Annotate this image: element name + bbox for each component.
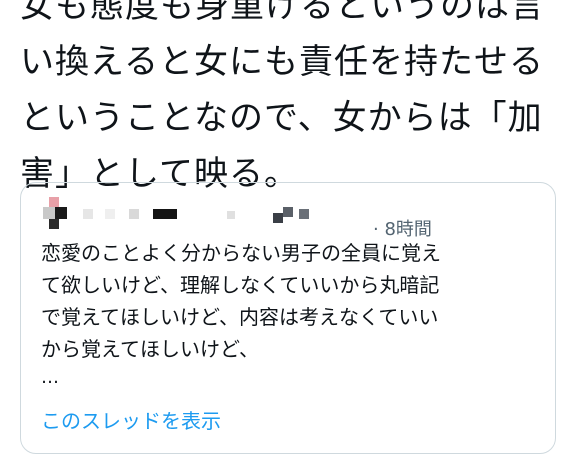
quoted-tweet-line: から覚えてほしいけど、 — [41, 337, 259, 361]
quoted-tweet-card[interactable]: · 8時間 恋愛のことよく分からない男子の全員に覚え て欲しいけど、理解しなくて… — [20, 182, 556, 454]
quoted-tweet-text: 恋愛のことよく分からない男子の全員に覚え て欲しいけど、理解しなくていいから丸暗… — [41, 237, 551, 365]
quoted-tweet-ellipsis: … — [41, 367, 59, 388]
quoted-tweet-header: · 8時間 — [43, 197, 543, 240]
redacted-avatar — [55, 207, 67, 219]
tweet-line: ということなので、女からは「加 — [20, 98, 543, 138]
redacted-name — [227, 211, 235, 219]
redacted-name — [83, 209, 93, 219]
quoted-tweet-line: て欲しいけど、理解しなくていいから丸暗記 — [41, 273, 440, 297]
redacted-name — [105, 209, 115, 219]
tweet-line: い換えると女にも責任を持たせる — [20, 42, 544, 82]
quoted-tweet-line: で覚えてほしいけど、内容は考えなくていい — [41, 305, 439, 329]
redacted-avatar — [43, 207, 55, 219]
tweet-text: 女も態度も身重けるというのは言 い換えると女にも責任を持たせる ということなので… — [20, 0, 568, 202]
redacted-avatar — [49, 219, 59, 229]
redacted-name — [129, 209, 139, 219]
quoted-tweet-line: 恋愛のことよく分からない男子の全員に覚え — [41, 241, 441, 265]
tweet-line: 女も態度も身重けるというのは言 — [20, 0, 545, 26]
redacted-handle — [273, 213, 283, 223]
redacted-name — [153, 209, 177, 219]
redacted-handle — [283, 207, 293, 217]
redacted-handle — [299, 209, 309, 219]
redacted-avatar — [49, 197, 59, 207]
